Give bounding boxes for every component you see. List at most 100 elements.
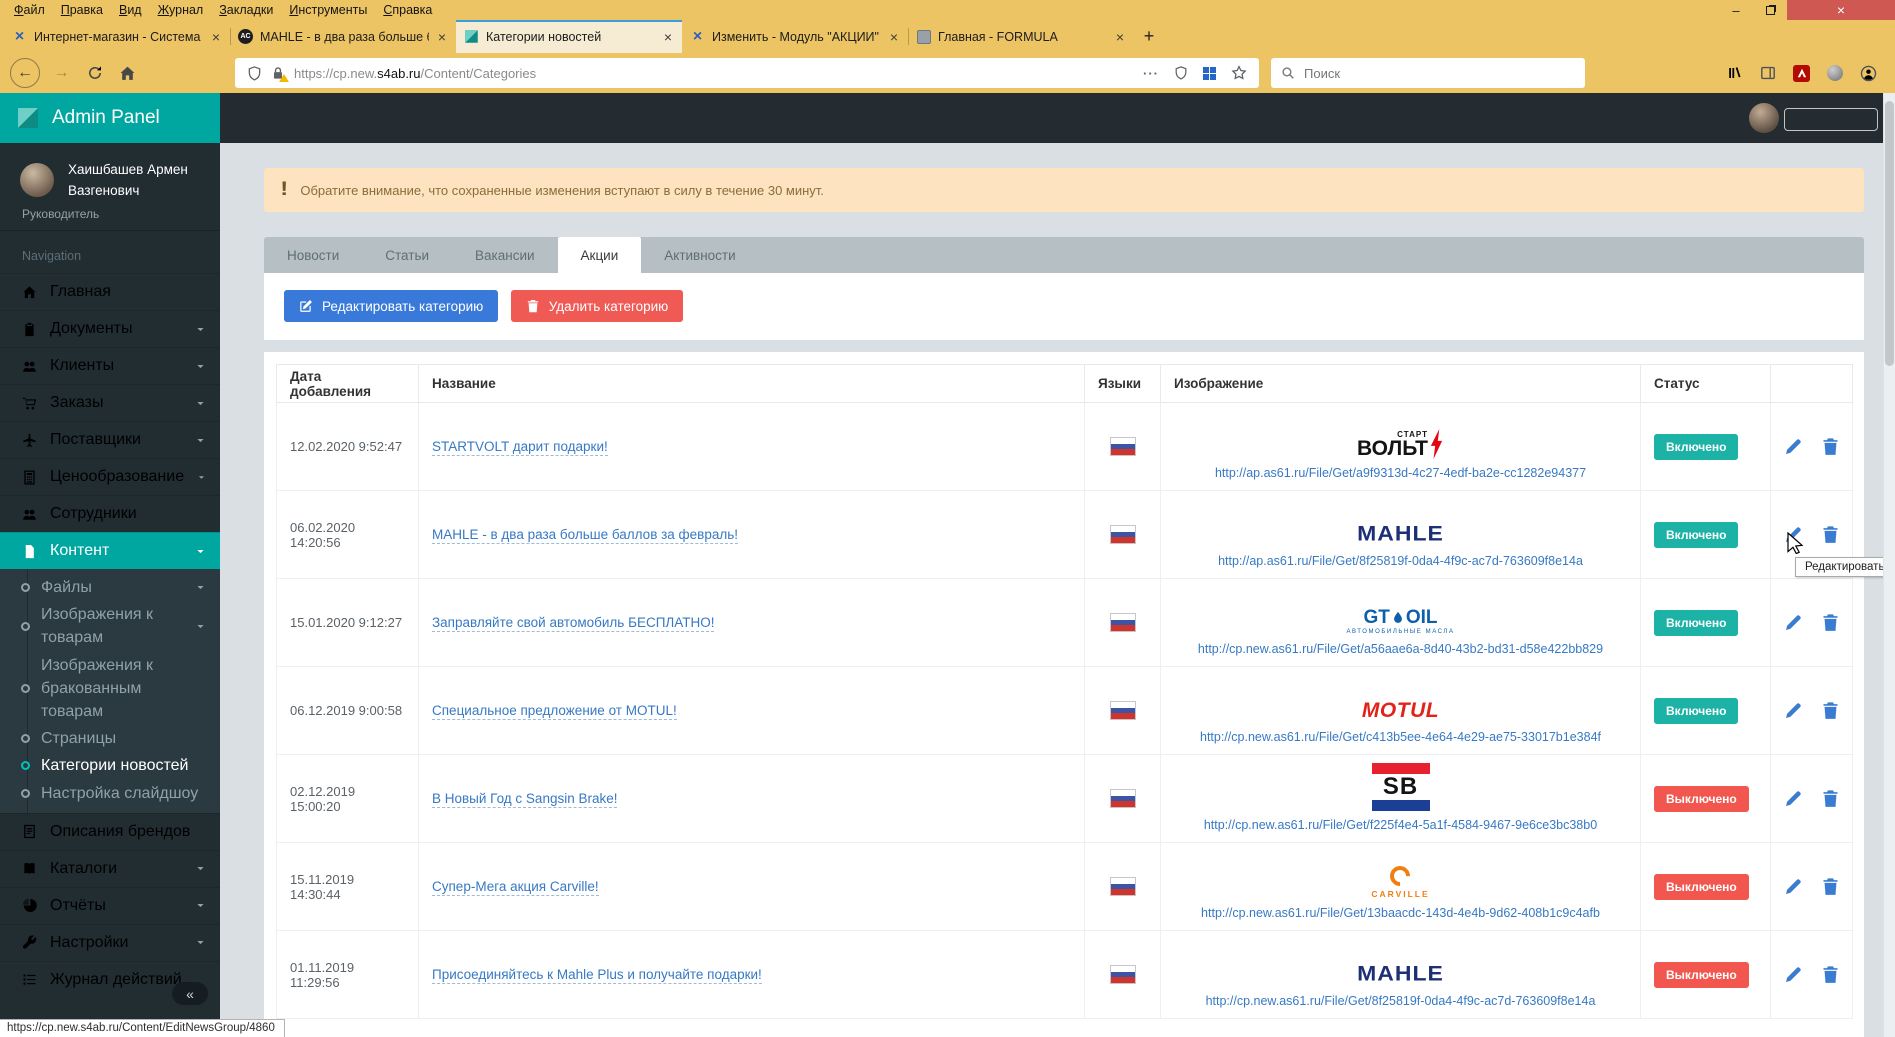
menubar-item-2[interactable]: Правка [53,2,111,18]
edit-row-button[interactable] [1784,701,1803,720]
image-url-link[interactable]: http://cp.new.as61.ru/File/Get/a56aae6a-… [1198,642,1603,656]
sidebar-item-6[interactable]: Ценообразование [0,458,220,495]
browser-tab-2[interactable]: AC MAHLE - в два раза больше ба × [230,20,456,53]
tab-3[interactable]: Вакансии [452,237,558,273]
forward-button[interactable]: → [48,64,75,82]
menubar-item-1[interactable]: Файл [6,2,53,18]
brand[interactable]: Admin Panel [0,93,220,143]
browser-tab-4[interactable]: × Изменить - Модуль "АКЦИИ" × [682,20,908,53]
edit-row-button[interactable] [1784,877,1803,896]
sidebar-item-2[interactable]: Документы [0,310,220,347]
sidebar-subitem-6[interactable]: Настройка слайдшоу [0,780,220,807]
window-minimize-button[interactable]: – [1719,0,1753,20]
sidebar-item-3[interactable]: Клиенты [0,347,220,384]
sidebar-subitem-3[interactable]: Изображения к бракованным товарам [0,652,220,726]
image-url-link[interactable]: http://ap.as61.ru/File/Get/8f25819f-0da4… [1218,554,1583,568]
sidebar-subitem-1[interactable]: Файлы [0,574,220,601]
library-icon[interactable] [1727,65,1743,81]
category-title-link[interactable]: MAHLE - в два раза больше баллов за февр… [432,526,739,544]
tab-close-icon[interactable]: × [1113,29,1127,45]
sidebar-item-4[interactable]: Заказы [0,384,220,421]
home-button[interactable] [114,65,141,82]
sidebar-item-12[interactable]: Настройки [0,923,220,961]
category-title-link[interactable]: Присоединяйтесь к Mahle Plus и получайте… [432,966,762,984]
carville-logo: CARVILLE [1371,861,1429,899]
sidebar-item-11[interactable]: Отчёты [0,886,220,924]
scrollbar-thumb[interactable] [1885,101,1894,366]
category-title-link[interactable]: Заправляйте свой автомобиль БЕСПЛАТНО! [432,614,715,632]
adobe-acrobat-icon[interactable] [1793,64,1810,82]
column-header-5: Статус [1640,364,1771,403]
delete-row-button[interactable] [1821,613,1840,632]
menubar-item-3[interactable]: Вид [111,2,150,18]
tracking-shield-icon[interactable] [247,66,262,81]
image-url-link[interactable]: http://ap.as61.ru/File/Get/a9f9313d-4c27… [1215,466,1586,480]
sidebar-subitem-5[interactable]: Категории новостей [0,752,220,779]
bookmark-star-icon[interactable] [1231,65,1247,81]
browser-tab-3[interactable]: Категории новостей × [456,20,682,53]
edit-category-button[interactable]: Редактировать категорию [284,290,499,322]
tab-close-icon[interactable]: × [209,29,223,45]
lock-icon[interactable] [271,66,289,82]
image-url-link[interactable]: http://cp.new.as61.ru/File/Get/13baacdc-… [1201,906,1600,920]
menubar-item-4[interactable]: Журнал [150,2,212,18]
category-title-link[interactable]: Супер-Мега акция Carville! [432,878,599,896]
delete-row-button[interactable] [1821,437,1840,456]
sidebar-item-label: Ценообразование [50,468,185,485]
sidebars-icon[interactable] [1760,65,1776,81]
category-title-link[interactable]: Специальное предложение от MOTUL! [432,702,677,720]
delete-row-button[interactable] [1821,789,1840,808]
menubar-item-5[interactable]: Закладки [211,2,281,18]
tab-4[interactable]: Акции [557,237,642,273]
delete-row-button[interactable] [1821,965,1840,984]
url-bar[interactable]: https://cp.new.s4ab.ru/Content/Categorie… [235,58,1259,88]
sidebar-item-5[interactable]: Поставщики [0,421,220,458]
sidebar-item-8[interactable]: Контент [0,532,220,569]
delete-row-button[interactable] [1821,525,1840,544]
tab-2[interactable]: Статьи [362,237,452,273]
header-control[interactable] [1784,108,1878,131]
sidebar-collapse-button[interactable]: « [172,982,208,1005]
image-url-link[interactable]: http://cp.new.as61.ru/File/Get/f225f4e4-… [1204,818,1597,832]
sidebar-item-9[interactable]: Описания брендов [0,812,220,850]
back-button[interactable]: ← [10,58,40,88]
tab-close-icon[interactable]: × [661,29,675,45]
image-url-link[interactable]: http://cp.new.as61.ru/File/Get/c413b5ee-… [1200,730,1601,744]
browser-tab-1[interactable]: × Интернет-магазин - Система × [4,20,230,53]
extension-icon[interactable] [1827,65,1843,81]
delete-category-button[interactable]: Удалить категорию [510,290,684,322]
category-title-link[interactable]: В Новый Год с Sangsin Brake! [432,790,618,808]
sidebar-subitem-4[interactable]: Страницы [0,725,220,752]
new-tab-button[interactable]: + [1134,20,1164,53]
tab-close-icon[interactable]: × [435,29,449,45]
delete-row-button[interactable] [1821,877,1840,896]
edit-row-button[interactable] [1784,437,1803,456]
category-title-link[interactable]: STARTVOLT дарит подарки! [432,438,608,456]
page-scrollbar[interactable] [1883,93,1895,1037]
account-icon[interactable] [1860,65,1877,82]
edit-row-button[interactable] [1784,789,1803,808]
windows-extension-icon[interactable] [1203,66,1216,80]
sidebar-item-7[interactable]: Сотрудники [0,495,220,532]
tab-5[interactable]: Активности [641,237,758,273]
image-url-link[interactable]: http://cp.new.as61.ru/File/Get/8f25819f-… [1206,994,1596,1008]
page-actions-icon[interactable]: ··· [1143,66,1159,81]
menubar-item-6[interactable]: Инструменты [281,2,375,18]
sidebar-subitem-2[interactable]: Изображения к товарам [0,601,220,651]
edit-row-button[interactable] [1784,613,1803,632]
pocket-icon[interactable] [1174,66,1188,80]
column-header-1: Дата добавления [276,364,419,403]
tab-1[interactable]: Новости [264,237,362,273]
window-close-button[interactable]: × [1787,0,1895,20]
tab-close-icon[interactable]: × [887,29,901,45]
edit-row-button[interactable] [1784,965,1803,984]
sidebar-item-1[interactable]: Главная [0,273,220,310]
browser-tab-5[interactable]: Главная - FORMULA × [908,20,1134,53]
menubar-item-7[interactable]: Справка [375,2,440,18]
delete-row-button[interactable] [1821,701,1840,720]
search-input[interactable]: Поиск [1271,58,1585,88]
sidebar-item-10[interactable]: Каталоги [0,849,220,887]
reload-button[interactable] [81,65,108,81]
window-maximize-button[interactable] [1753,0,1787,20]
header-avatar[interactable] [1749,103,1779,133]
